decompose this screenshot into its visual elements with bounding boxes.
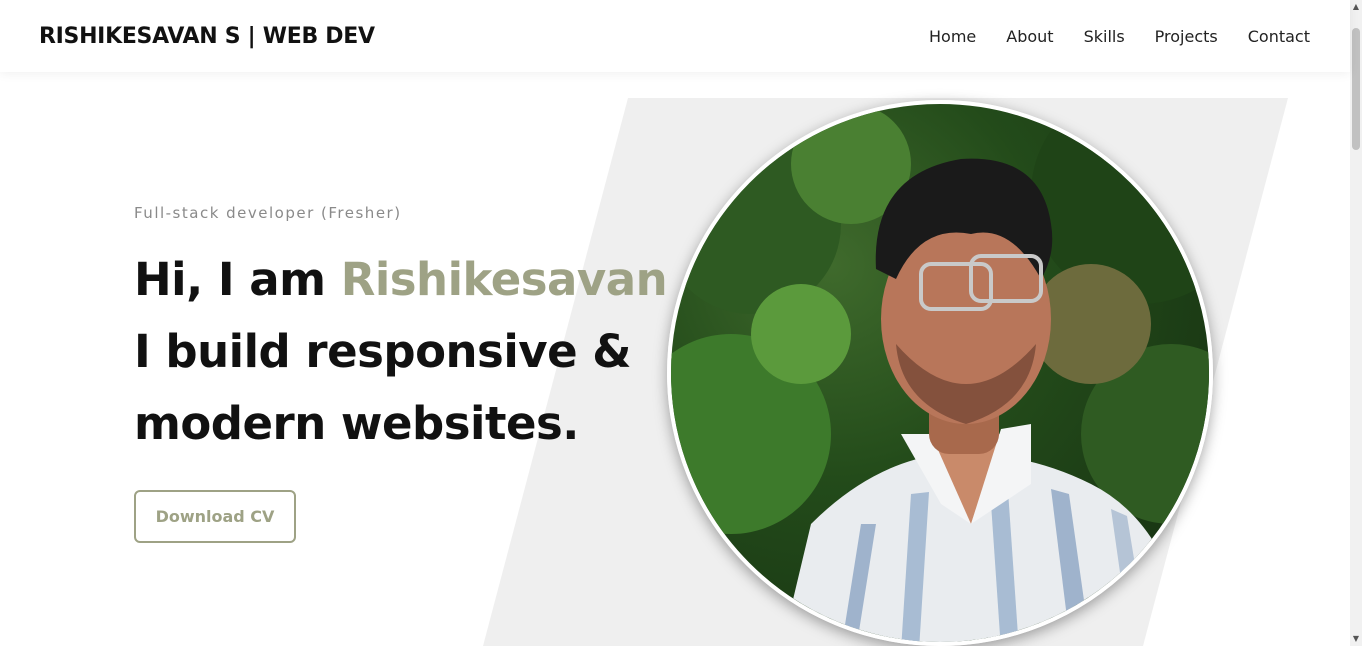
- headline-line-3: modern websites.: [134, 397, 579, 450]
- headline-line-2: I build responsive &: [134, 325, 632, 378]
- nav-link-contact[interactable]: Contact: [1248, 27, 1310, 46]
- headline-greeting: Hi, I am: [134, 253, 341, 306]
- nav-link-home[interactable]: Home: [929, 27, 976, 46]
- scroll-down-arrow-icon[interactable]: ▼: [1350, 632, 1362, 646]
- brand-logo-text[interactable]: RISHIKESAVAN S | WEB DEV: [39, 24, 375, 49]
- nav-link-projects[interactable]: Projects: [1155, 27, 1218, 46]
- download-cv-button[interactable]: Download CV: [134, 490, 296, 543]
- nav-links: Home About Skills Projects Contact: [929, 27, 1310, 46]
- scroll-up-arrow-icon[interactable]: ▲: [1350, 0, 1362, 14]
- nav-link-about[interactable]: About: [1006, 27, 1053, 46]
- hero-section: Full-stack developer (Fresher) Hi, I am …: [0, 72, 1350, 646]
- scrollbar[interactable]: ▲ ▼: [1350, 0, 1362, 646]
- navbar: RISHIKESAVAN S | WEB DEV Home About Skil…: [0, 0, 1350, 72]
- headline-name: Rishikesavan: [340, 253, 668, 306]
- hero-headline: Hi, I am Rishikesavan I build responsive…: [134, 244, 694, 460]
- scrollbar-thumb[interactable]: [1352, 28, 1360, 150]
- profile-photo-illustration: [671, 104, 1209, 642]
- hero-subtitle: Full-stack developer (Fresher): [134, 204, 402, 222]
- nav-link-skills[interactable]: Skills: [1084, 27, 1125, 46]
- hero-text: Full-stack developer (Fresher) Hi, I am …: [134, 204, 694, 543]
- profile-photo: [667, 100, 1213, 646]
